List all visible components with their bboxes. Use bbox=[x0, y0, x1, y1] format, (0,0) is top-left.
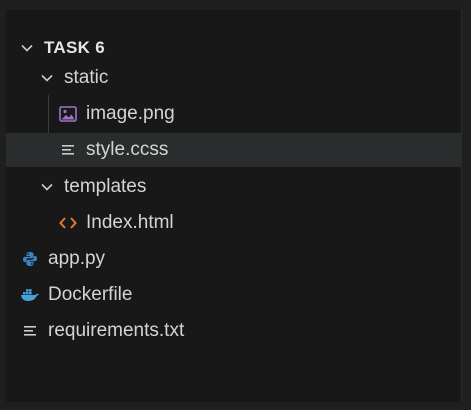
window-edge-right bbox=[461, 0, 471, 410]
tree-item-label: image.png bbox=[86, 103, 175, 124]
window-edge-bottom bbox=[0, 402, 471, 410]
chevron-down-icon bbox=[38, 178, 56, 196]
explorer-panel: TASK 6 static image.png style.ccss templ… bbox=[6, 10, 462, 402]
tree-item-label: requirements.txt bbox=[48, 320, 185, 341]
tree-item-label: app.py bbox=[48, 248, 106, 269]
text-lines-icon bbox=[20, 321, 40, 341]
tree-item-label: static bbox=[64, 67, 109, 88]
tree-item-label: Dockerfile bbox=[48, 284, 133, 305]
window-edge-top bbox=[0, 0, 471, 10]
tree-item-style-ccss[interactable]: style.ccss bbox=[6, 133, 461, 167]
tree-item-app-py[interactable]: app.py bbox=[6, 242, 461, 276]
chevron-down-icon bbox=[38, 69, 56, 87]
tree-item-label: Index.html bbox=[86, 212, 174, 233]
python-icon bbox=[20, 249, 40, 269]
text-lines-icon bbox=[58, 140, 78, 160]
chevron-down-icon bbox=[18, 39, 36, 57]
tree-item-static[interactable]: static bbox=[6, 61, 461, 95]
tree-item-image-png[interactable]: image.png bbox=[6, 97, 461, 131]
tree-item-requirements-txt[interactable]: requirements.txt bbox=[6, 314, 461, 348]
docker-icon bbox=[20, 285, 40, 305]
tree-item-label: templates bbox=[64, 176, 147, 197]
explorer-root-task6[interactable]: TASK 6 bbox=[6, 31, 461, 65]
tree-item-label: style.ccss bbox=[86, 139, 169, 160]
tree-item-dockerfile[interactable]: Dockerfile bbox=[6, 278, 461, 312]
image-icon bbox=[58, 104, 78, 124]
html-icon bbox=[58, 213, 78, 233]
explorer-root-label: TASK 6 bbox=[44, 38, 105, 57]
tree-item-index-html[interactable]: Index.html bbox=[6, 206, 461, 240]
tree-item-templates[interactable]: templates bbox=[6, 170, 461, 204]
